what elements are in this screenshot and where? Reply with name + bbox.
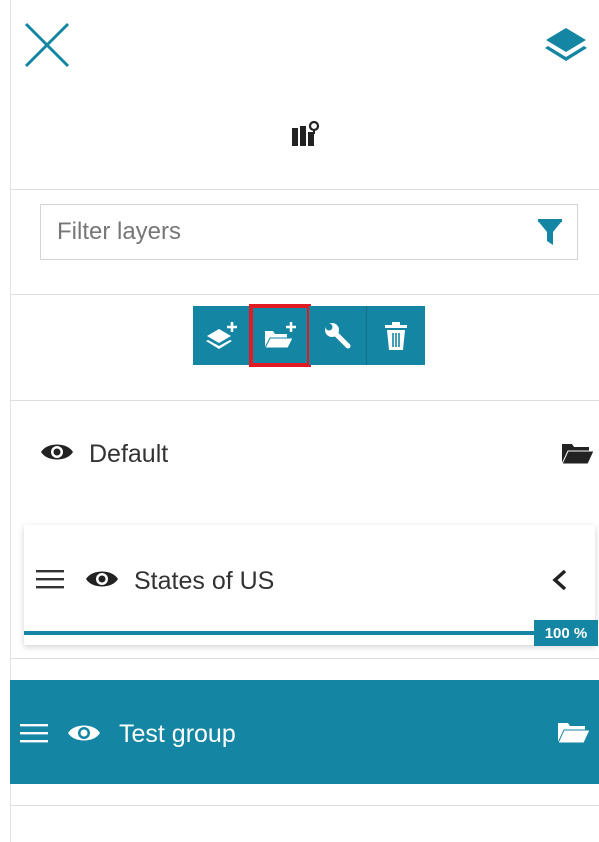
filter-layers-field bbox=[40, 204, 578, 260]
trash-icon bbox=[385, 321, 407, 350]
divider bbox=[10, 189, 599, 190]
folder-icon[interactable] bbox=[557, 719, 591, 750]
divider bbox=[10, 805, 599, 806]
chevron-left-icon[interactable] bbox=[551, 569, 567, 596]
wrench-icon bbox=[324, 322, 350, 348]
filter-layers-input[interactable] bbox=[41, 205, 553, 259]
close-button[interactable] bbox=[24, 22, 70, 68]
layer-group-label: Default bbox=[89, 440, 169, 468]
layer-item-states[interactable]: States of US bbox=[24, 525, 595, 645]
eye-icon[interactable] bbox=[85, 567, 119, 596]
drag-handle-icon[interactable] bbox=[36, 569, 64, 594]
folder-icon[interactable] bbox=[561, 440, 595, 471]
eye-icon[interactable] bbox=[40, 440, 74, 469]
divider bbox=[10, 658, 599, 659]
progress-badge: 100 % bbox=[534, 620, 598, 646]
filter-icon[interactable] bbox=[537, 219, 563, 247]
drag-handle-icon[interactable] bbox=[20, 723, 48, 748]
add-group-icon bbox=[263, 321, 296, 348]
layer-group-default[interactable]: Default bbox=[10, 420, 599, 490]
add-group-button[interactable] bbox=[249, 304, 311, 367]
add-layer-button[interactable] bbox=[193, 306, 251, 365]
divider bbox=[10, 294, 599, 295]
add-layer-icon bbox=[205, 321, 237, 349]
close-icon bbox=[24, 22, 70, 68]
map-legend-icon[interactable] bbox=[290, 120, 320, 150]
layer-group-label: Test group bbox=[119, 720, 236, 748]
layer-settings-button[interactable] bbox=[309, 306, 367, 365]
layers-button[interactable] bbox=[542, 24, 590, 68]
layer-label: States of US bbox=[134, 567, 275, 595]
layers-icon bbox=[545, 28, 587, 61]
layer-load-progress bbox=[24, 631, 595, 635]
divider bbox=[10, 400, 599, 401]
eye-icon[interactable] bbox=[67, 721, 101, 750]
layer-group-test[interactable]: Test group bbox=[10, 680, 599, 784]
delete-button[interactable] bbox=[367, 306, 425, 365]
layer-toolbar bbox=[193, 304, 426, 367]
